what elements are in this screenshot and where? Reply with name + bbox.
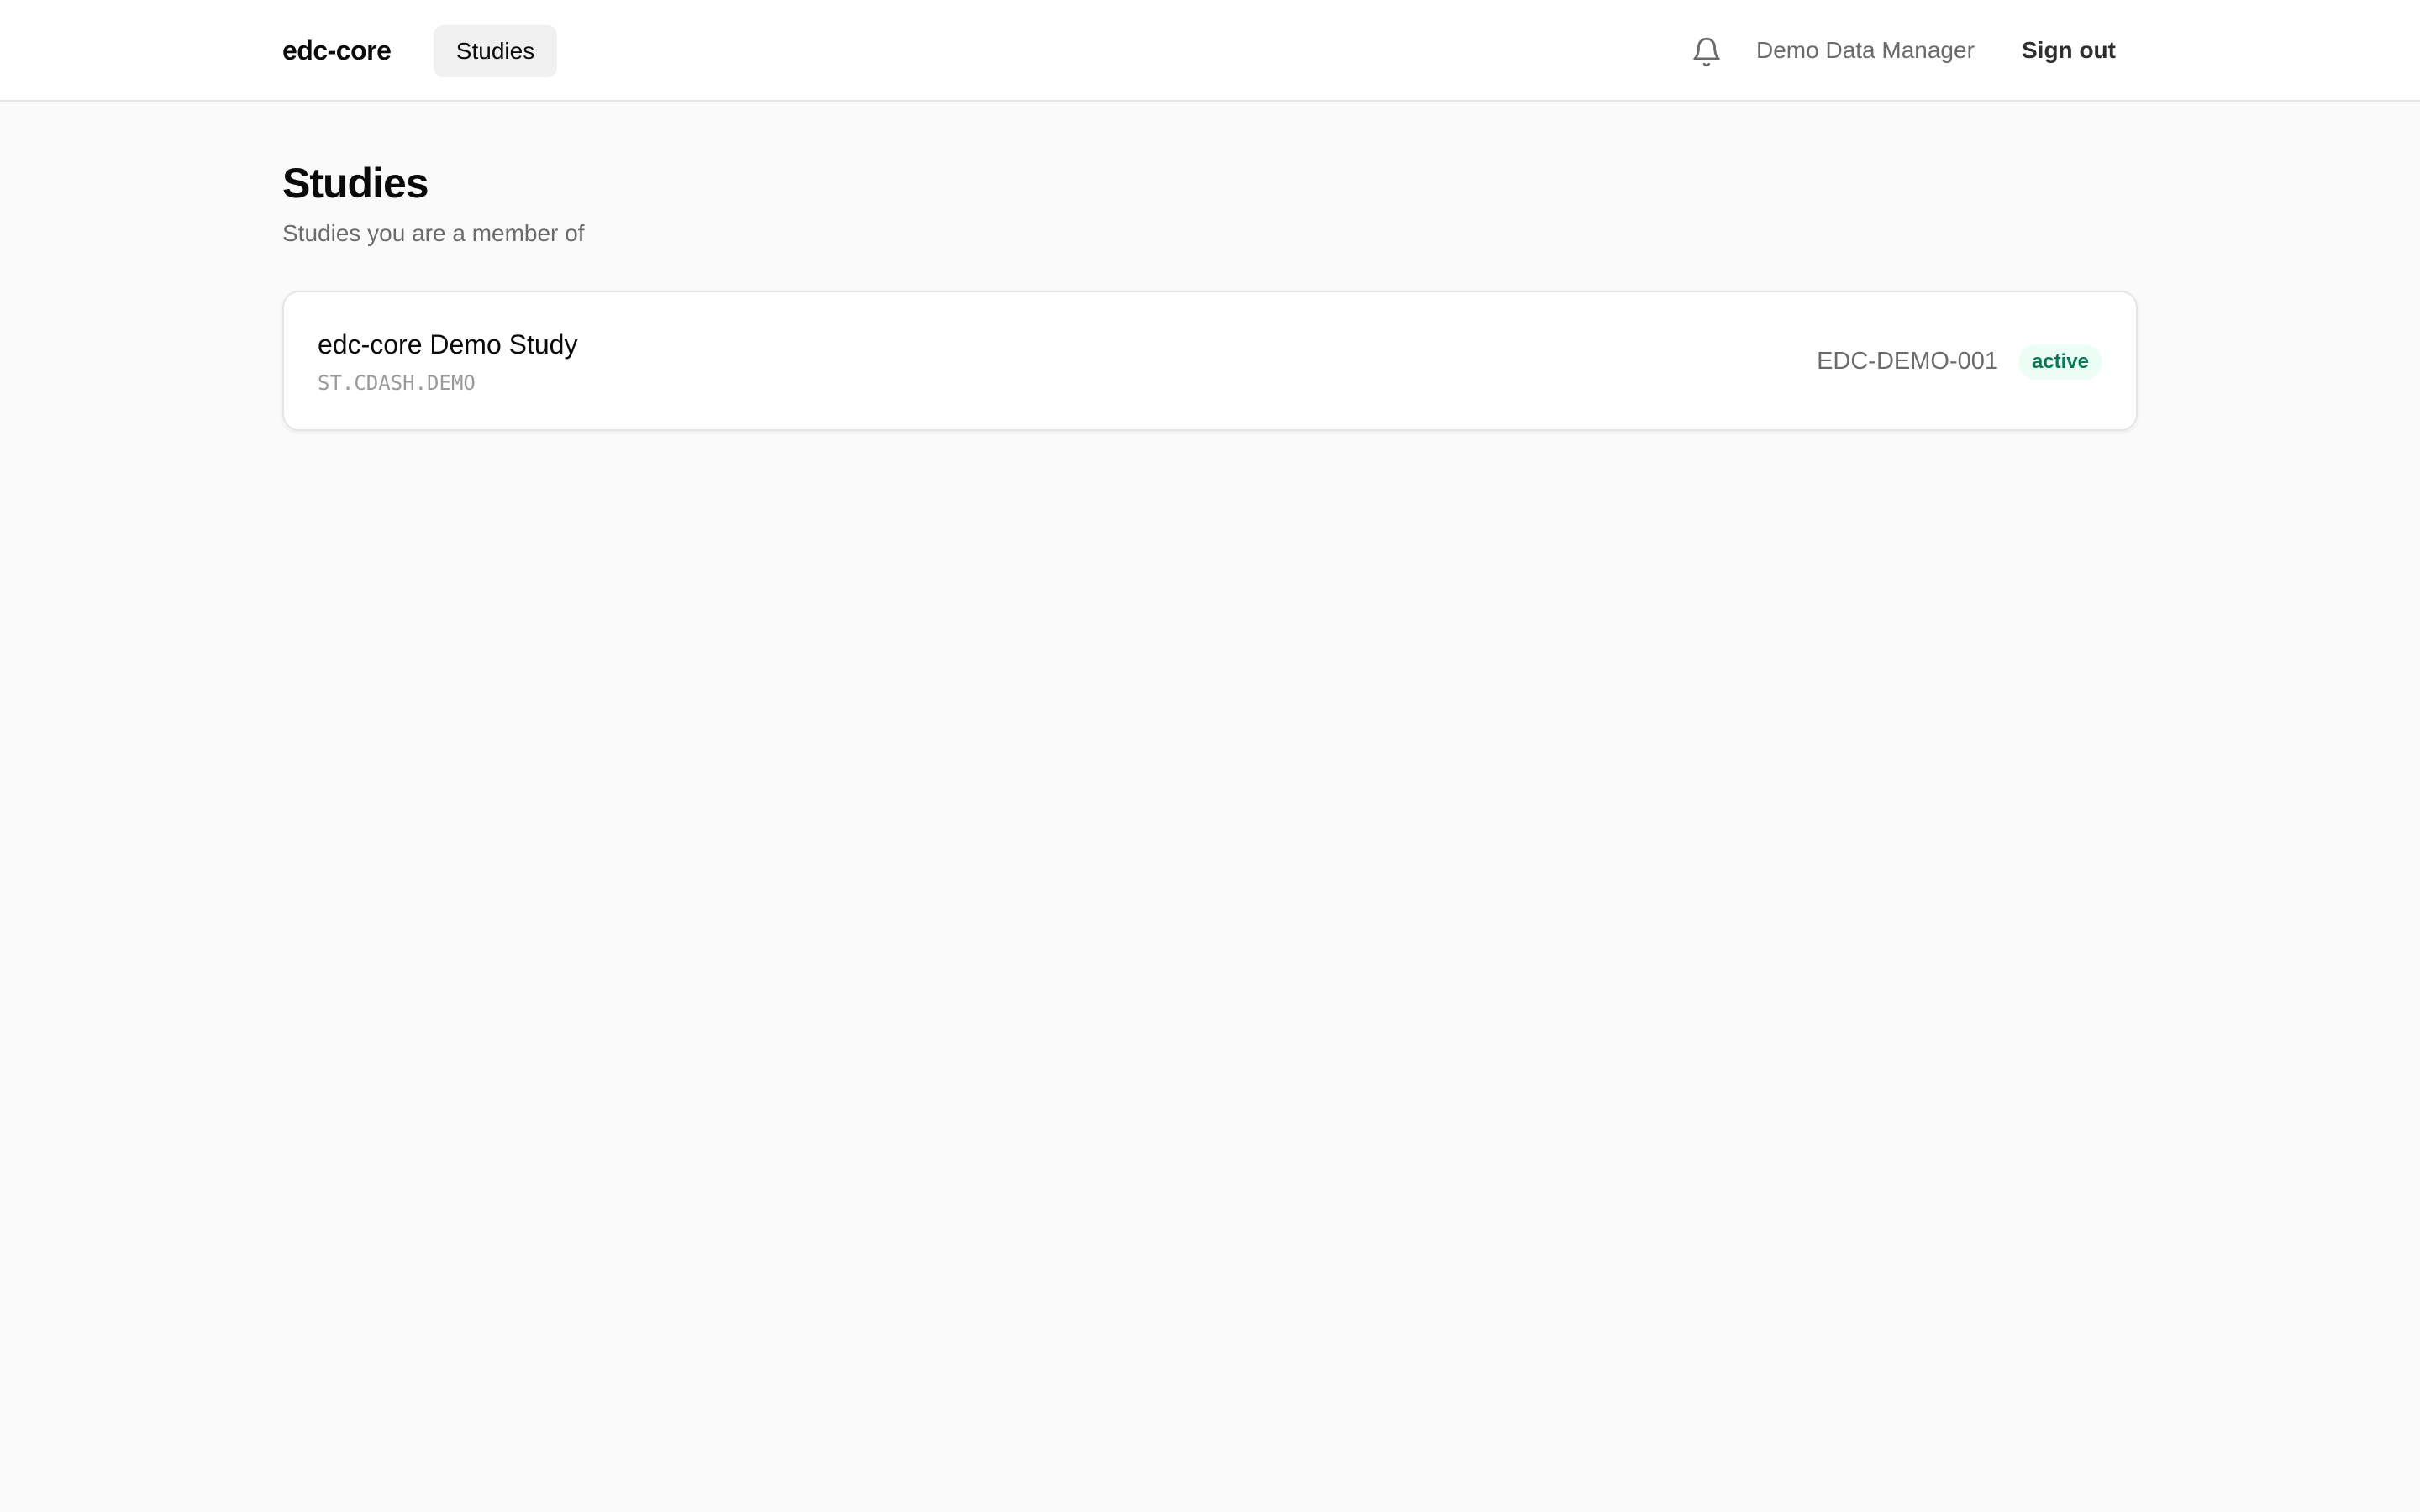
brand-logo-link[interactable]: edc-core bbox=[282, 30, 392, 71]
top-navigation-bar: edc-core Studies Demo Data Manager Sign … bbox=[0, 0, 2420, 102]
page-title: Studies bbox=[282, 160, 429, 207]
nav-item-studies[interactable]: Studies bbox=[434, 25, 557, 77]
bell-icon[interactable] bbox=[1691, 35, 1723, 69]
status-badge: active bbox=[2018, 344, 2102, 380]
sign-out-button[interactable]: Sign out bbox=[2022, 32, 2116, 69]
page-subtitle: Studies you are a member of bbox=[282, 220, 585, 246]
study-protocol-id: EDC-DEMO-001 bbox=[1817, 348, 1998, 375]
study-card[interactable]: edc-core Demo Study ST.CDASH.DEMO EDC-DE… bbox=[282, 291, 2138, 431]
study-code: ST.CDASH.DEMO bbox=[318, 371, 476, 395]
study-name: edc-core Demo Study bbox=[318, 329, 578, 360]
current-user-name: Demo Data Manager bbox=[1756, 37, 1975, 63]
